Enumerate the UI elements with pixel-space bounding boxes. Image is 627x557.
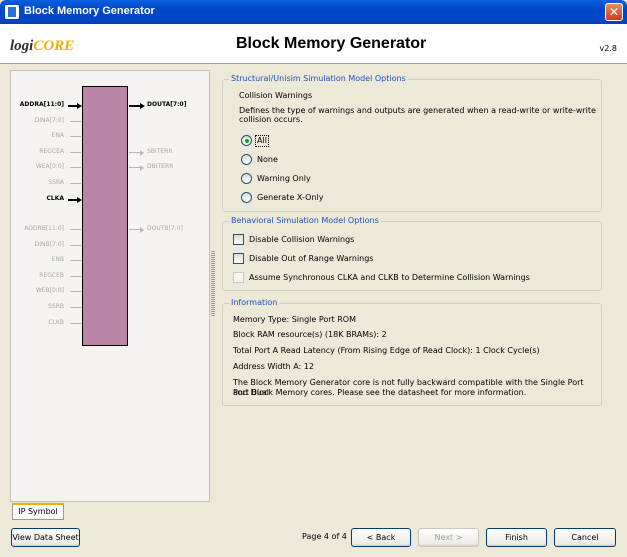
- pin-wire-left: [70, 229, 81, 230]
- tab-ip-symbol[interactable]: IP Symbol: [12, 503, 64, 520]
- pin-label-left: CLKB: [48, 319, 64, 326]
- behavioral-legend: Behavioral Simulation Model Options: [229, 216, 381, 225]
- radio-generate-x-only[interactable]: [241, 192, 252, 203]
- radio-none-label[interactable]: None: [257, 155, 278, 165]
- pin-label-left: DINA[7:0]: [34, 117, 64, 124]
- memory-block-symbol: [82, 86, 128, 346]
- pin-wire-left: [70, 183, 81, 184]
- disable-collision-label[interactable]: Disable Collision Warnings: [249, 235, 354, 245]
- info-read-latency: Total Port A Read Latency (From Rising E…: [233, 346, 540, 355]
- logicore-logo: logiCORE: [10, 38, 74, 55]
- pin-label-right: SBITERR: [147, 148, 173, 155]
- pin-wire-left: [70, 276, 81, 277]
- pin-wire-left: [70, 167, 81, 168]
- info-memory-type: Memory Type: Single Port ROM: [233, 315, 356, 324]
- disable-out-of-range-checkbox[interactable]: [233, 253, 244, 264]
- finish-button[interactable]: Finish: [486, 528, 547, 547]
- pin-label-left: ADDRA[11:0]: [19, 101, 64, 108]
- pin-label-left: SSRA: [48, 179, 64, 186]
- assume-sync-checkbox[interactable]: [233, 272, 244, 283]
- panel-splitter[interactable]: [211, 250, 215, 316]
- ip-symbol-panel: ADDRA[11:0] DINA[7:0] ENA REGCEA WEA[0:0] SSR…: [10, 70, 210, 502]
- pin-wire-left: [70, 152, 81, 153]
- disable-collision-checkbox[interactable]: [233, 234, 244, 245]
- pin-label-left: ENA: [51, 132, 64, 139]
- pin-wire-left: [70, 291, 81, 292]
- pin-wire-left: [70, 260, 81, 261]
- pin-label-right: DOUTB[7:0]: [147, 225, 183, 232]
- page-indicator: Page 4 of 4: [302, 532, 347, 541]
- pin-label-left: WEA[0:0]: [35, 163, 64, 170]
- radio-warning-only[interactable]: [241, 173, 252, 184]
- pin-arrow-right: [140, 227, 144, 233]
- structural-legend: Structural/Unisim Simulation Model Optio…: [229, 74, 408, 83]
- pin-wire-left: [70, 245, 81, 246]
- cancel-button[interactable]: Cancel: [554, 528, 616, 547]
- pin-wire-left: [70, 136, 81, 137]
- pin-arrow-left: [77, 103, 82, 109]
- window-title: Block Memory Generator: [24, 5, 155, 17]
- pin-label-left: DINB[7:0]: [34, 241, 64, 248]
- info-address-width: Address Width A: 12: [233, 362, 314, 371]
- radio-all-label[interactable]: All: [255, 135, 269, 147]
- info-block-ram: Block RAM resource(s) (18K BRAMs): 2: [233, 330, 387, 339]
- radio-warning-only-label[interactable]: Warning Only: [257, 174, 311, 184]
- pin-label-right: DOUTA[7:0]: [147, 101, 187, 108]
- pin-wire-left: [70, 307, 81, 308]
- disable-out-of-range-label[interactable]: Disable Out of Range Warnings: [249, 254, 373, 264]
- back-button[interactable]: < Back: [351, 528, 411, 547]
- radio-generate-x-only-label[interactable]: Generate X-Only: [257, 193, 323, 203]
- next-button[interactable]: Next >: [418, 528, 479, 547]
- pin-label-left: ENB: [51, 256, 64, 263]
- info-note-2: Port Block Memory cores. Please see the …: [233, 388, 527, 397]
- close-icon[interactable]: ✕: [605, 3, 623, 21]
- pin-arrow-right: [140, 103, 145, 109]
- information-group: Information Memory Type: Single Port ROM…: [222, 298, 602, 406]
- view-data-sheet-button[interactable]: View Data Sheet: [11, 528, 80, 547]
- collision-warnings-label: Collision Warnings: [239, 91, 313, 100]
- pin-wire-left: [70, 323, 81, 324]
- pin-label-left: CLKA: [46, 195, 64, 202]
- information-legend: Information: [229, 298, 280, 307]
- behavioral-options-group: Behavioral Simulation Model Options Disa…: [222, 216, 602, 291]
- wizard-header: logiCORE Block Memory Generator v2.8: [0, 24, 627, 64]
- pin-label-left: SSRB: [48, 303, 64, 310]
- logo-prefix: logi: [10, 38, 34, 54]
- radio-none[interactable]: [241, 154, 252, 165]
- pin-label-left: WEB[0:0]: [35, 287, 64, 294]
- pin-label-left: ADDRB[11:0]: [24, 225, 64, 232]
- page-title: Block Memory Generator: [236, 35, 427, 52]
- pin-arrow-right: [140, 165, 144, 171]
- version-label: v2.8: [599, 44, 617, 53]
- logo-suffix: CORE: [33, 38, 75, 54]
- structural-options-group: Structural/Unisim Simulation Model Optio…: [222, 74, 602, 212]
- app-icon: [5, 5, 19, 19]
- assume-sync-label[interactable]: Assume Synchronous CLKA and CLKB to Dete…: [249, 273, 530, 283]
- radio-all[interactable]: [241, 135, 252, 146]
- pin-label-left: REGCEA: [39, 148, 64, 155]
- pin-label-left: REGCEB: [39, 272, 64, 279]
- pin-wire-left: [70, 121, 81, 122]
- pin-arrow-right: [140, 150, 144, 156]
- collision-description-2: collision occurs.: [239, 115, 303, 124]
- pin-arrow-left: [77, 197, 82, 203]
- window-title-bar: Block Memory Generator ✕: [0, 0, 627, 24]
- pin-label-right: DBITERR: [147, 163, 174, 170]
